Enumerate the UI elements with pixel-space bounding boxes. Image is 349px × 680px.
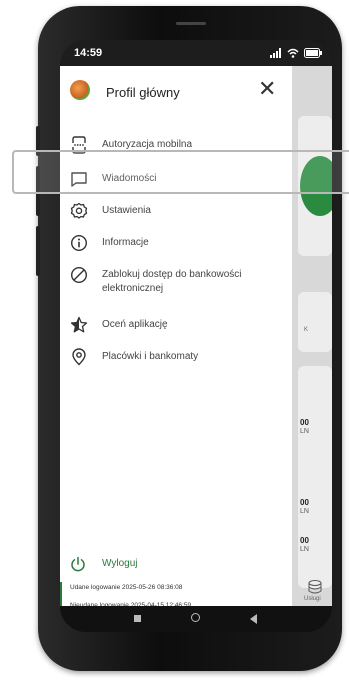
info-icon [70,234,88,252]
highlight-frame [12,150,349,194]
logout-label: Wyloguj [102,558,138,569]
gear-icon [70,202,88,219]
menu-item-label: Zablokuj dostęp do bankowości elektronic… [102,269,242,294]
wifi-icon [287,48,299,58]
home-icon[interactable] [191,613,200,622]
menu-item-label: Informacje [102,237,149,248]
avatar [70,80,90,100]
navigation-drawer: Profil główny ✕ Autoryzacja mobilna Wiad… [60,66,292,609]
power-button [36,226,40,276]
login-info-accent [60,582,62,606]
background-text: 00 [300,536,309,545]
block-icon [70,266,88,284]
speaker-grille [176,22,206,25]
back-icon[interactable] [250,614,258,624]
battery-icon [304,48,322,58]
profile-title: Profil główny [106,85,180,100]
close-icon[interactable]: ✕ [258,78,276,100]
drawer-header: Profil główny ✕ [60,66,292,120]
database-icon [308,580,322,594]
background-text: 00 [300,418,309,427]
location-pin-icon [72,348,86,366]
background-card: K [298,292,332,352]
status-bar: 14:59 [60,40,332,66]
background-text: LN [300,508,309,515]
background-text: LN [300,428,309,435]
background-text: 00 [300,498,309,507]
menu-item-rate-app[interactable]: Oceń aplikację [60,316,292,334]
power-icon [71,556,85,572]
status-icons [270,48,322,58]
menu-item-block-access[interactable]: Zablokuj dostęp do bankowości elektronic… [60,266,292,300]
background-text: K [304,327,309,333]
menu-item-settings[interactable]: Ustawienia [60,202,292,220]
signal-icon [270,48,281,58]
menu-item-label: Oceń aplikację [102,319,168,330]
menu-item-label: Ustawienia [102,205,151,216]
background-text: LN [300,546,309,553]
logout-button[interactable]: Wyloguj [70,556,137,577]
recents-icon[interactable] [134,615,141,622]
tab-uslugi[interactable]: Usługi [298,580,332,606]
menu-item-label: Placówki i bankomaty [102,351,199,362]
status-time: 14:59 [74,47,103,59]
android-navigation-bar [60,606,332,632]
menu-item-information[interactable]: Informacje [60,234,292,252]
last-login-success: Udane logowanie 2025-05-26 08:36:08 [70,584,183,591]
phone-screen: 14:59 K 00 LN 00 LN 00 LN Usługi Profil … [60,40,332,632]
star-icon [70,316,88,333]
background-card: 00 LN 00 LN 00 LN [298,366,332,588]
menu-item-branches-atms[interactable]: Placówki i bankomaty [60,348,292,366]
tab-label: Usługi [304,596,321,602]
